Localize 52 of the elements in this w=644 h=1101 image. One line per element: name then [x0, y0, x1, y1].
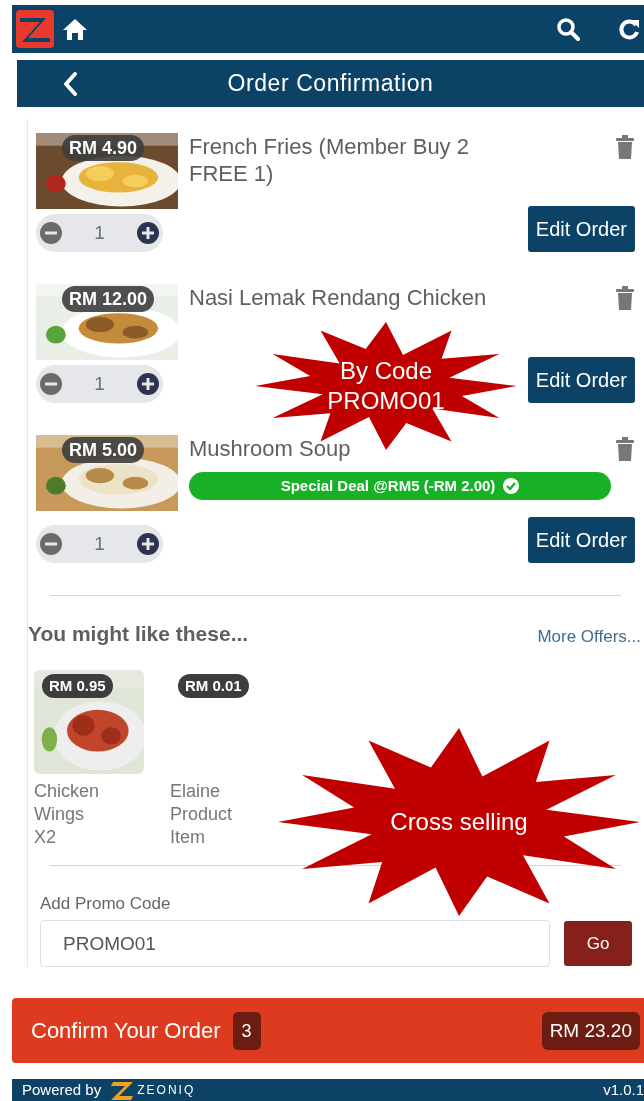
home-icon[interactable] [62, 17, 88, 41]
quantity-value: 1 [94, 220, 105, 245]
suggestion-item[interactable]: RM 0.01 Elaine Product Item [170, 669, 280, 855]
check-icon [503, 478, 520, 494]
callout-text: By Code PROMO01 [327, 356, 445, 416]
section-heading: You might like these... [28, 621, 249, 647]
product-name: Elaine Product Item [170, 779, 234, 849]
confirm-order-button[interactable]: Confirm Your Order 3 RM 23.20 [12, 998, 644, 1063]
quantity-value: 1 [94, 531, 105, 556]
trash-icon[interactable] [615, 437, 635, 461]
page-title: Order Confirmation [226, 69, 435, 99]
suggestion-item[interactable]: RM 0.95 Chicken Wings X2 [34, 669, 144, 855]
confirm-label: Confirm Your Order [31, 1017, 221, 1045]
product-name: Chicken Wings X2 [34, 779, 101, 849]
edit-order-button[interactable]: Edit Order [527, 517, 635, 563]
plus-icon[interactable] [137, 533, 159, 555]
brand-name: ZEONIQ [137, 1082, 196, 1099]
count-badge: 3 [232, 1011, 261, 1050]
search-icon[interactable] [556, 17, 580, 41]
item-name: Mushroom Soup [189, 435, 352, 462]
more-offers-link[interactable]: More Offers... [537, 624, 641, 650]
version-text: v1.0.1 [603, 1079, 644, 1100]
callout-text: Cross selling [390, 807, 528, 837]
minus-icon[interactable] [40, 533, 62, 555]
field-label: Add Promo Code [40, 892, 172, 915]
powered-by-text: Powered by [22, 1079, 102, 1100]
quantity-stepper[interactable]: 1 [36, 365, 163, 403]
minus-icon[interactable] [40, 373, 62, 395]
trash-icon[interactable] [615, 135, 635, 159]
promo-code-field[interactable]: PROMO01 [40, 920, 550, 967]
edit-order-button[interactable]: Edit Order [527, 357, 635, 403]
quantity-stepper[interactable]: 1 [36, 525, 163, 563]
total-badge: RM 23.20 [541, 1011, 640, 1050]
go-button[interactable]: Go [564, 921, 632, 966]
logo-icon [109, 1080, 136, 1100]
item-name: Nasi Lemak Rendang Chicken [189, 284, 488, 311]
price-badge: RM 0.01 [178, 673, 249, 698]
price-badge: RM 4.90 [62, 135, 145, 161]
minus-icon[interactable] [40, 222, 62, 244]
plus-icon[interactable] [137, 222, 159, 244]
item-name: French Fries (Member Buy 2 FREE 1) [189, 133, 470, 187]
edit-order-button[interactable]: Edit Order [527, 206, 635, 252]
back-icon[interactable] [62, 70, 78, 97]
price-badge: RM 5.00 [62, 437, 145, 463]
quantity-stepper[interactable]: 1 [36, 214, 163, 252]
refresh-icon[interactable] [618, 17, 640, 41]
quantity-value: 1 [94, 371, 105, 396]
deal-text: Special Deal @RM5 (-RM 2.00) [280, 475, 496, 496]
logo-icon [16, 10, 54, 48]
plus-icon[interactable] [137, 373, 159, 395]
price-badge: RM 12.00 [62, 286, 155, 312]
trash-icon[interactable] [615, 286, 635, 310]
